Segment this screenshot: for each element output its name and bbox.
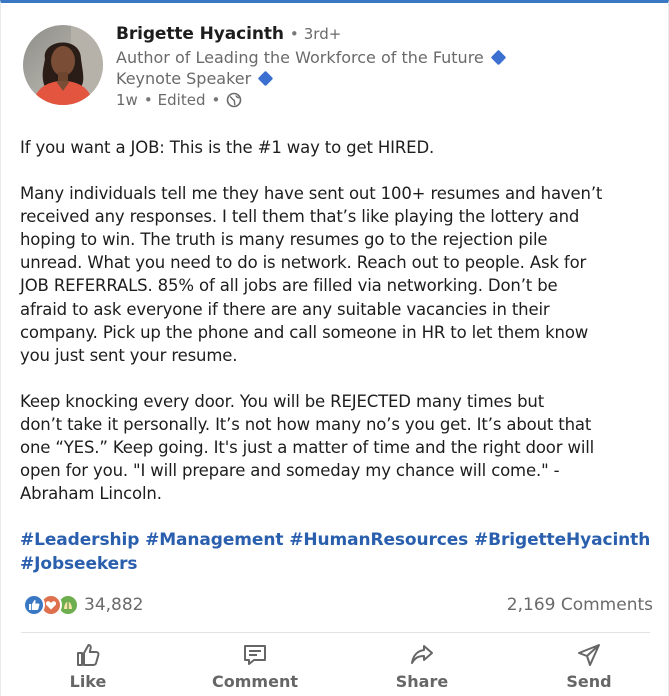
divider [21, 632, 650, 633]
blue-diamond-icon [490, 49, 507, 66]
text-line: you just sent your resume. [20, 345, 238, 365]
author-headline-1: Author of Leading the Workforce of the F… [116, 48, 507, 67]
headline-text-1: Author of Leading the Workforce of the F… [116, 48, 484, 67]
social-counts: 34,882 2,169 Comments [23, 592, 653, 618]
post-card: Brigette Hyacinth • 3rd+ Author of Leadi… [0, 0, 669, 696]
like-button[interactable]: Like [33, 641, 143, 691]
send-label: Send [566, 672, 612, 691]
post-paragraph-3: Keep knocking every door. You will be RE… [20, 390, 660, 505]
like-label: Like [69, 672, 107, 691]
post-text: If you want a JOB: This is the #1 way to… [20, 136, 660, 505]
globe-icon [226, 92, 242, 108]
author-name[interactable]: Brigette Hyacinth [116, 24, 284, 44]
text-line: Abraham Lincoln. [20, 484, 162, 504]
like-reaction-icon [23, 594, 45, 616]
reaction-count: 34,882 [84, 595, 144, 615]
text-line: received any responses. I tell them that… [20, 207, 580, 227]
thumbs-up-icon [75, 641, 101, 669]
connection-degree: 3rd+ [303, 25, 342, 43]
separator-dot: • [211, 91, 221, 109]
text-line: Keep knocking every door. You will be RE… [20, 391, 545, 411]
hashtag-line-2[interactable]: #Jobseekers [20, 553, 650, 577]
text-line: company. Pick up the phone and call some… [20, 322, 589, 342]
reaction-icons [23, 594, 79, 616]
text-line: hoping to win. The truth is many resumes… [20, 230, 548, 250]
post-header: Brigette Hyacinth • 3rd+ Author of Leadi… [23, 24, 507, 109]
separator-dot: • [143, 91, 153, 109]
post-time-row: 1w • Edited • [116, 91, 504, 109]
reactions-summary[interactable]: 34,882 [23, 594, 143, 616]
action-bar: Like Comment Share Send [1, 641, 669, 696]
author-meta: Brigette Hyacinth • 3rd+ Author of Leadi… [116, 24, 507, 109]
post-paragraph-1: If you want a JOB: This is the #1 way to… [20, 136, 660, 159]
share-label: Share [395, 672, 449, 691]
comment-label: Comment [212, 672, 298, 691]
share-button[interactable]: Share [367, 641, 477, 691]
blue-diamond-icon [257, 70, 274, 87]
send-button[interactable]: Send [534, 641, 644, 691]
avatar[interactable] [23, 25, 103, 105]
comment-button[interactable]: Comment [200, 641, 310, 691]
headline-text-2: Keynote Speaker [116, 69, 252, 88]
text-line: JOB REFERRALS. 85% of all jobs are fille… [20, 276, 558, 296]
author-headline-2: Keynote Speaker [116, 69, 504, 88]
text-line: one “YES.” Keep going. It's just a matte… [20, 438, 595, 458]
post-paragraph-2: Many individuals tell me they have sent … [20, 182, 660, 367]
share-arrow-icon [409, 641, 435, 669]
separator-dot: • [289, 25, 299, 43]
text-line: afraid to ask everyone if there are any … [20, 299, 550, 319]
hashtag-line-1[interactable]: #Leadership #Management #HumanResources … [20, 529, 650, 553]
edited-label: Edited [157, 91, 206, 109]
text-line: don’t take it personally. It’s not how m… [20, 414, 592, 434]
send-icon [576, 641, 602, 669]
comment-icon [242, 641, 268, 669]
text-line: If you want a JOB: This is the #1 way to… [20, 138, 435, 157]
text-line: Many individuals tell me they have sent … [20, 184, 603, 204]
comments-count[interactable]: 2,169 Comments [507, 595, 653, 615]
text-line: open for you. "I will prepare and someda… [20, 461, 560, 481]
text-line: unread. What you need to do is network. … [20, 253, 587, 273]
hashtag-list: #Leadership #Management #HumanResources … [20, 529, 650, 576]
avatar-image [23, 25, 103, 105]
post-age: 1w [116, 91, 138, 109]
